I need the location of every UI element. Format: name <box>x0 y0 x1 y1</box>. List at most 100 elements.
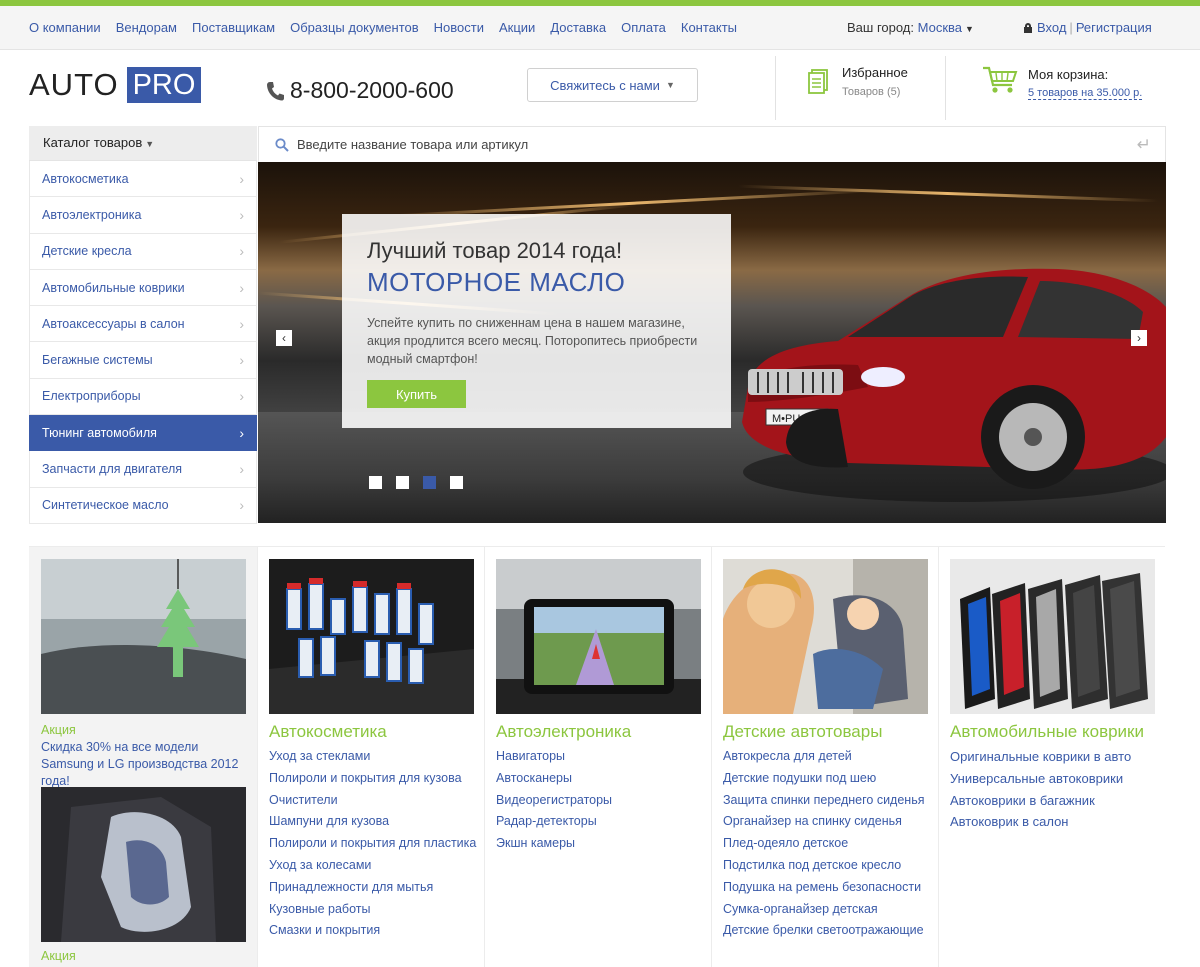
nav-link-delivery[interactable]: Доставка <box>550 20 606 35</box>
car-cosmetics-image[interactable] <box>269 559 474 714</box>
subcategory-link[interactable]: Навигаторы <box>496 746 612 768</box>
subcategory-link[interactable]: Кузовные работы <box>269 899 476 921</box>
slider-dots <box>369 476 477 489</box>
enter-icon[interactable]: ↵ <box>1137 135 1151 155</box>
search-icon <box>275 137 289 152</box>
logo[interactable]: AUTO PRO <box>29 67 202 103</box>
chevron-right-icon: › <box>239 206 244 223</box>
site-header: AUTO PRO 8-800-2000-600 Свяжитесь с нами… <box>0 50 1200 126</box>
caret-down-icon: ▼ <box>665 80 675 90</box>
promo-text[interactable]: Скидка 30% на все модели Samsung и LG пр… <box>41 739 251 790</box>
air-freshener-image[interactable] <box>41 559 246 714</box>
catalog-item[interactable]: Автокосметика › <box>29 161 257 198</box>
subcategory-link[interactable]: Экшн камеры <box>496 833 612 855</box>
cart[interactable]: Моя корзина: 5 товаров на 35.000 р. <box>982 65 1143 101</box>
chevron-right-icon[interactable]: › <box>1131 330 1147 346</box>
catalog-item[interactable]: Тюнинг автомобиля › <box>29 415 257 452</box>
contact-us-label: Свяжитесь с нами <box>550 77 660 93</box>
phone-text: 8-800-2000-600 <box>290 77 454 103</box>
contact-us-button[interactable]: Свяжитесь с нами ▼ <box>527 68 698 102</box>
category-column-cosmetics: Автокосметика Уход за стеклами Полироли и… <box>257 547 484 967</box>
subcategory-link[interactable]: Универсальные автоковрики <box>950 768 1131 790</box>
nav-link-vendors[interactable]: Вендорам <box>116 20 177 35</box>
catalog-item[interactable]: Бегажные системы › <box>29 342 257 379</box>
subcategory-link[interactable]: Уход за стеклами <box>269 746 476 768</box>
chevron-right-icon: › <box>239 352 244 369</box>
subcategory-link[interactable]: Автокресла для детей <box>723 746 924 768</box>
chevron-right-icon: › <box>239 424 244 441</box>
subcategory-link[interactable]: Очистители <box>269 790 476 812</box>
subcategory-link[interactable]: Защита спинки переднего сиденья <box>723 790 924 812</box>
subcategory-link[interactable]: Сумка-органайзер детская <box>723 899 924 921</box>
catalog-item[interactable]: Запчасти для двигателя › <box>29 451 257 488</box>
catalog-item[interactable]: Автомобильные коврики › <box>29 269 257 307</box>
catalog-item[interactable]: Синтетическое масло › <box>29 487 257 524</box>
catalog-item[interactable]: Автоаксессуары в салон › <box>29 306 257 343</box>
category-section: Акция Скидка 30% на все модели Samsung и… <box>29 546 1165 967</box>
nav-link-documents[interactable]: Образцы документов <box>290 20 419 35</box>
catalog-item[interactable]: Детские кресла › <box>29 233 257 270</box>
cart-summary-link[interactable]: 5 товаров на 35.000 р. <box>1028 87 1143 100</box>
subcategory-link[interactable]: Автоковрики в багажник <box>950 790 1131 812</box>
subcategory-link[interactable]: Подстилка под детское кресло <box>723 855 924 877</box>
category-title[interactable]: Автокосметика <box>269 722 387 742</box>
category-title[interactable]: Автоэлектроника <box>496 722 631 742</box>
catalog-item[interactable]: Автоэлектроника › <box>29 197 257 234</box>
search-bar: ↵ <box>258 126 1166 162</box>
nav-link-about[interactable]: О компании <box>29 20 101 35</box>
chevron-right-icon: › <box>239 170 244 187</box>
search-input[interactable] <box>297 129 1137 160</box>
city-value[interactable]: Москва <box>918 20 962 35</box>
favorites[interactable]: Избранное Товаров (5) <box>808 65 908 98</box>
favorites-list-icon <box>808 69 828 94</box>
slider-dot[interactable] <box>396 476 409 489</box>
catalog-toggle[interactable]: Каталог товаров ▼ <box>29 126 257 161</box>
chevron-left-icon[interactable]: ‹ <box>276 330 292 346</box>
subcategory-link[interactable]: Принадлежности для мытья <box>269 877 476 899</box>
nav-link-suppliers[interactable]: Поставщикам <box>192 20 275 35</box>
promo-label: Акция <box>41 723 76 737</box>
catalog-item-label: Запчасти для двигателя <box>42 462 183 477</box>
subcategory-link[interactable]: Оригинальные коврики в авто <box>950 746 1131 768</box>
buy-button[interactable]: Купить <box>367 380 466 408</box>
subcategory-link[interactable]: Плед-одеяло детское <box>723 833 924 855</box>
subcategory-link[interactable]: Автоковрик в салон <box>950 811 1131 833</box>
register-link[interactable]: Регистрация <box>1076 20 1152 35</box>
category-title[interactable]: Детские автотовары <box>723 722 882 742</box>
category-title[interactable]: Автомобильные коврики <box>950 722 1144 742</box>
nav-link-contacts[interactable]: Контакты <box>681 20 737 35</box>
slider-dot[interactable] <box>369 476 382 489</box>
child-car-seat-image[interactable] <box>723 559 928 714</box>
subcategory-list: Автокресла для детей Детские подушки под … <box>723 746 924 942</box>
child-seat-image[interactable] <box>41 787 246 942</box>
catalog-item[interactable]: Електроприборы › <box>29 378 257 416</box>
subcategory-link[interactable]: Шампуни для кузова <box>269 811 476 833</box>
subcategory-list: Навигаторы Автосканеры Видеорегистраторы Ра… <box>496 746 612 855</box>
subcategory-link[interactable]: Радар-детекторы <box>496 811 612 833</box>
nav-link-news[interactable]: Новости <box>434 20 484 35</box>
slider-dot[interactable] <box>423 476 436 489</box>
subcategory-link[interactable]: Смазки и покрытия <box>269 920 476 942</box>
subcategory-link[interactable]: Видеорегистраторы <box>496 790 612 812</box>
slider-dot[interactable] <box>450 476 463 489</box>
city-selector[interactable]: Ваш город: Москва ▼ <box>847 20 974 35</box>
login-link[interactable]: Вход <box>1037 20 1066 35</box>
nav-link-promos[interactable]: Акции <box>499 20 535 35</box>
car-mats-image[interactable] <box>950 559 1155 714</box>
subcategory-link[interactable]: Органайзер на спинку сиденья <box>723 811 924 833</box>
nav-link-payment[interactable]: Оплата <box>621 20 666 35</box>
subcategory-link[interactable]: Автосканеры <box>496 768 612 790</box>
catalog-title: Каталог товаров <box>43 135 143 150</box>
favorites-title: Избранное <box>842 65 908 80</box>
caret-down-icon: ▼ <box>965 24 974 34</box>
subcategory-link[interactable]: Детские брелки светоотражающие <box>723 920 924 942</box>
subcategory-list: Уход за стеклами Полироли и покрытия для … <box>269 746 476 942</box>
subcategory-link[interactable]: Подушка на ремень безопасности <box>723 877 924 899</box>
chevron-right-icon: › <box>239 279 244 296</box>
subcategory-link[interactable]: Детские подушки под шею <box>723 768 924 790</box>
subcategory-link[interactable]: Полироли и покрытия для кузова <box>269 768 476 790</box>
subcategory-link[interactable]: Уход за колесами <box>269 855 476 877</box>
subcategory-link[interactable]: Полироли и покрытия для пластика <box>269 833 476 855</box>
category-column-electronics: Автоэлектроника Навигаторы Автосканеры Вид… <box>484 547 711 967</box>
gps-navigator-image[interactable] <box>496 559 701 714</box>
